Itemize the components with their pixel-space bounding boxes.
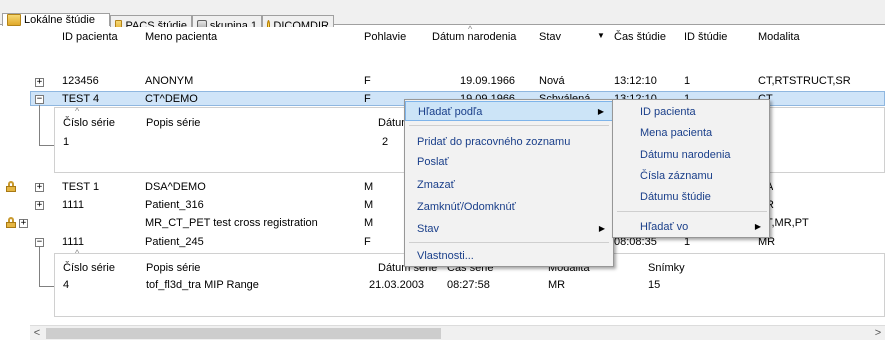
column-header-modality[interactable]: Modalita [758, 27, 800, 47]
series-header-description[interactable]: Popis série [146, 258, 200, 278]
menu-item-lock-unlock[interactable]: Zamknúť/Odomknúť [405, 197, 613, 217]
menu-item-label: Hľadať vo [640, 221, 689, 233]
series-header-number[interactable]: Číslo série [63, 258, 115, 278]
menu-item-state[interactable]: Stav ▶ [405, 219, 613, 239]
column-header-patient-name[interactable]: Meno pacienta [145, 27, 217, 47]
series-header-date[interactable]: Dátum série [378, 113, 404, 133]
cell-patient-name: CT^DEMO [145, 93, 198, 105]
tree-line [39, 286, 54, 287]
cell-series-number: 4 [63, 279, 70, 291]
cell-study-id: 1 [684, 75, 691, 87]
submenu-item-birth-date[interactable]: Dátumu narodenia [613, 145, 769, 165]
cell-patient-id: TEST 1 [62, 181, 100, 193]
series-header-description[interactable]: Popis série [146, 113, 200, 133]
submenu-item-patient-id[interactable]: ID pacienta [613, 102, 769, 122]
menu-item-properties[interactable]: Vlastnosti... [405, 246, 613, 266]
cell-sex: M [364, 181, 374, 193]
column-header-study-time[interactable]: Čas štúdie [614, 27, 666, 47]
column-header-patient-id[interactable]: ID pacienta [62, 27, 118, 47]
table-row[interactable]: 123456 ANONYM F 19.09.1966 Nová 13:12:10… [30, 74, 885, 89]
cell-series-date: 21.03.2003 [369, 279, 425, 291]
menu-separator [617, 211, 767, 212]
filter-dropdown-icon[interactable]: ▼ [597, 31, 605, 40]
cell-modality: CT,RTSTRUCT,SR [758, 75, 851, 87]
submenu-arrow-icon: ▶ [598, 224, 605, 233]
cell-series-time: 08:27:58 [447, 279, 490, 291]
scroll-thumb[interactable] [46, 328, 441, 339]
cell-patient-id: 1111 [62, 236, 85, 248]
sort-ascending-icon: ^ [75, 248, 80, 258]
menu-item-send[interactable]: Poslať [405, 152, 613, 172]
cell-series-description: tof_fl3d_tra MIP Range [146, 279, 259, 291]
cell-sex: F [364, 75, 371, 87]
submenu-item-record-numbers[interactable]: Čísla záznamu [613, 166, 769, 186]
scroll-left-icon[interactable]: < [30, 326, 44, 340]
cell-patient-id: 123456 [62, 75, 99, 87]
cell-patient-name: Patient_245 [145, 236, 204, 248]
menu-item-search-by[interactable]: Hľadať podľa ▶ [405, 101, 613, 121]
tab-local-studies[interactable]: Lokálne štúdie [2, 13, 110, 26]
submenu-item-patient-names[interactable]: Mena pacienta [613, 123, 769, 143]
column-header-state[interactable]: Stav [539, 27, 561, 47]
cell-patient-id: TEST 4 [62, 93, 100, 105]
tab-bar: Lokálne štúdie PACS štúdie skupina 1 DIC… [0, 0, 885, 35]
expand-icon[interactable]: + [19, 219, 28, 228]
series-header-number[interactable]: Číslo série [63, 113, 115, 133]
menu-item-delete[interactable]: Zmazať [405, 175, 613, 195]
scroll-right-icon[interactable]: > [871, 326, 885, 340]
lock-icon [6, 181, 16, 192]
cell-patient-name: ANONYM [145, 75, 194, 87]
tree-line [39, 145, 54, 146]
column-header-study-id[interactable]: ID štúdie [684, 27, 727, 47]
cell-sex: M [364, 217, 374, 229]
series-row[interactable]: 4 tof_fl3d_tra MIP Range 21.03.2003 08:2… [54, 278, 885, 293]
tree-line [39, 247, 40, 286]
cell-patient-name: Patient_316 [145, 199, 204, 211]
menu-item-label: Stav [417, 223, 440, 235]
cell-series-date: 2 [382, 136, 389, 148]
cell-sex: M [364, 199, 374, 211]
column-header-birth-date[interactable]: Dátum narodenia [432, 27, 516, 47]
cell-series-modality: MR [548, 279, 566, 291]
tree-line [39, 105, 40, 145]
cell-patient-id: 1111 [62, 199, 85, 211]
cell-state: Nová [539, 75, 565, 87]
lock-icon [6, 217, 16, 228]
submenu-arrow-icon: ▶ [754, 222, 761, 231]
menu-separator [409, 125, 609, 126]
submenu-item-study-date[interactable]: Dátumu štúdie [613, 187, 769, 207]
cell-modality: T,MR,PT [766, 217, 809, 229]
menu-item-add-to-worklist[interactable]: Pridať do pracovného zoznamu [405, 132, 613, 152]
menu-item-label: Hľadať podľa [418, 106, 483, 118]
sort-ascending-icon: ^ [468, 24, 473, 34]
horizontal-scrollbar[interactable]: < > [30, 325, 885, 340]
series-row[interactable]: 1 2 [54, 135, 404, 150]
folder-icon [7, 14, 21, 26]
cell-series-images: 15 [648, 279, 661, 291]
cell-patient-name: DSA^DEMO [145, 181, 206, 193]
menu-separator [409, 242, 609, 243]
context-menu: Hľadať podľa ▶ Pridať do pracovného zozn… [404, 99, 614, 267]
search-by-submenu: ID pacienta Mena pacienta Dátumu naroden… [612, 99, 770, 238]
submenu-item-search-in[interactable]: Hľadať vo ▶ [613, 217, 769, 237]
cell-study-time: 13:12:10 [614, 75, 657, 87]
collapse-icon[interactable]: − [35, 95, 44, 104]
series-header-images[interactable]: Snímky [648, 258, 685, 278]
cell-sex: F [364, 93, 371, 105]
submenu-arrow-icon: ▶ [597, 107, 604, 116]
column-header-sex[interactable]: Pohlavie [364, 27, 406, 47]
cell-birth-date: 19.09.1966 [460, 75, 516, 87]
tab-label: Lokálne štúdie [24, 14, 95, 26]
cell-series-number: 1 [63, 136, 70, 148]
cell-patient-name: MR_CT_PET test cross registration [145, 217, 318, 229]
cell-sex: F [364, 236, 371, 248]
